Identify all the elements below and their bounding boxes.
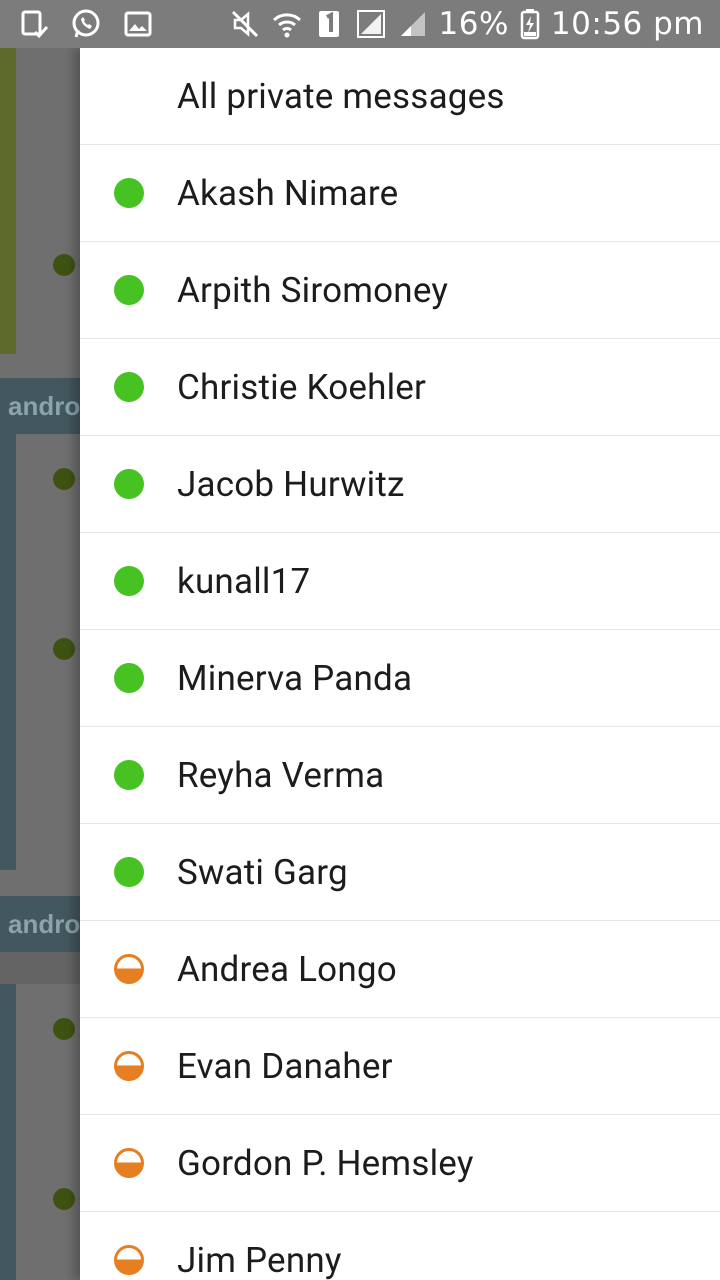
- active-status-icon: [114, 178, 144, 208]
- all-private-messages-label: All private messages: [177, 75, 505, 117]
- user-list: Akash Nimare Arpith Siromoney Christie Koe…: [80, 145, 720, 1280]
- active-status-icon: [114, 275, 144, 305]
- user-list-item[interactable]: Minerva Panda: [80, 630, 720, 727]
- user-list-item[interactable]: Jacob Hurwitz: [80, 436, 720, 533]
- stream-color-bar: [0, 48, 16, 354]
- idle-status-icon: [114, 1148, 144, 1178]
- user-name: Christie Koehler: [177, 366, 427, 408]
- user-list-item[interactable]: Andrea Longo: [80, 921, 720, 1018]
- background-stream-view: andro andro: [0, 48, 80, 1280]
- user-name: Andrea Longo: [177, 948, 397, 990]
- battery-percentage: 16%: [438, 6, 509, 42]
- message-avatar-dot: [53, 638, 75, 660]
- message-avatar-dot: [53, 1018, 75, 1040]
- stream-color-bar: [0, 984, 16, 1280]
- user-list-item[interactable]: Arpith Siromoney: [80, 242, 720, 339]
- user-name: Arpith Siromoney: [177, 269, 449, 311]
- user-list-item[interactable]: Swati Garg: [80, 824, 720, 921]
- user-name: Jacob Hurwitz: [177, 463, 405, 505]
- message-avatar-dot: [53, 254, 75, 276]
- message-avatar-dot: [53, 468, 75, 490]
- sim1-icon: [313, 8, 345, 40]
- battery-charging-icon: [519, 8, 541, 40]
- clock: 10:56 pm: [550, 6, 704, 42]
- whatsapp-icon: [70, 8, 102, 40]
- idle-status-icon: [114, 1245, 144, 1275]
- people-drawer[interactable]: All private messages Akash Nimare Arpith …: [80, 48, 720, 1280]
- active-status-icon: [114, 469, 144, 499]
- active-status-icon: [114, 760, 144, 790]
- user-list-item[interactable]: Reyha Verma: [80, 727, 720, 824]
- user-name: Akash Nimare: [177, 172, 399, 214]
- stream-header: andro: [0, 896, 80, 952]
- user-list-item[interactable]: Gordon P. Hemsley: [80, 1115, 720, 1212]
- signal-icon: [355, 8, 387, 40]
- user-name: Reyha Verma: [177, 754, 385, 796]
- user-name: Gordon P. Hemsley: [177, 1142, 474, 1184]
- status-bar-left: [18, 8, 154, 40]
- status-bar-right: 16% 10:56 pm: [229, 6, 704, 42]
- signal2-icon: [397, 8, 429, 40]
- active-status-icon: [114, 663, 144, 693]
- divider-strip: [0, 952, 80, 984]
- wifi-icon: [271, 8, 303, 40]
- stream-color-bar: [0, 434, 16, 870]
- idle-status-icon: [114, 954, 144, 984]
- active-status-icon: [114, 857, 144, 887]
- active-status-icon: [114, 566, 144, 596]
- message-avatar-dot: [53, 1188, 75, 1210]
- user-list-item[interactable]: Christie Koehler: [80, 339, 720, 436]
- user-list-item[interactable]: Akash Nimare: [80, 145, 720, 242]
- stream-header: andro: [0, 378, 80, 434]
- mute-icon: [229, 8, 261, 40]
- user-name: Evan Danaher: [177, 1045, 393, 1087]
- active-status-icon: [114, 372, 144, 402]
- gallery-icon: [122, 8, 154, 40]
- idle-status-icon: [114, 1051, 144, 1081]
- user-list-item[interactable]: Jim Penny: [80, 1212, 720, 1280]
- status-bar: 16% 10:56 pm: [0, 0, 720, 48]
- user-list-item[interactable]: Evan Danaher: [80, 1018, 720, 1115]
- user-name: Minerva Panda: [177, 657, 413, 699]
- user-list-item[interactable]: kunall17: [80, 533, 720, 630]
- user-name: Jim Penny: [177, 1239, 342, 1280]
- user-name: kunall17: [177, 560, 311, 602]
- user-name: Swati Garg: [177, 851, 348, 893]
- screenshot-icon: [18, 8, 50, 40]
- all-private-messages-item[interactable]: All private messages: [80, 48, 720, 145]
